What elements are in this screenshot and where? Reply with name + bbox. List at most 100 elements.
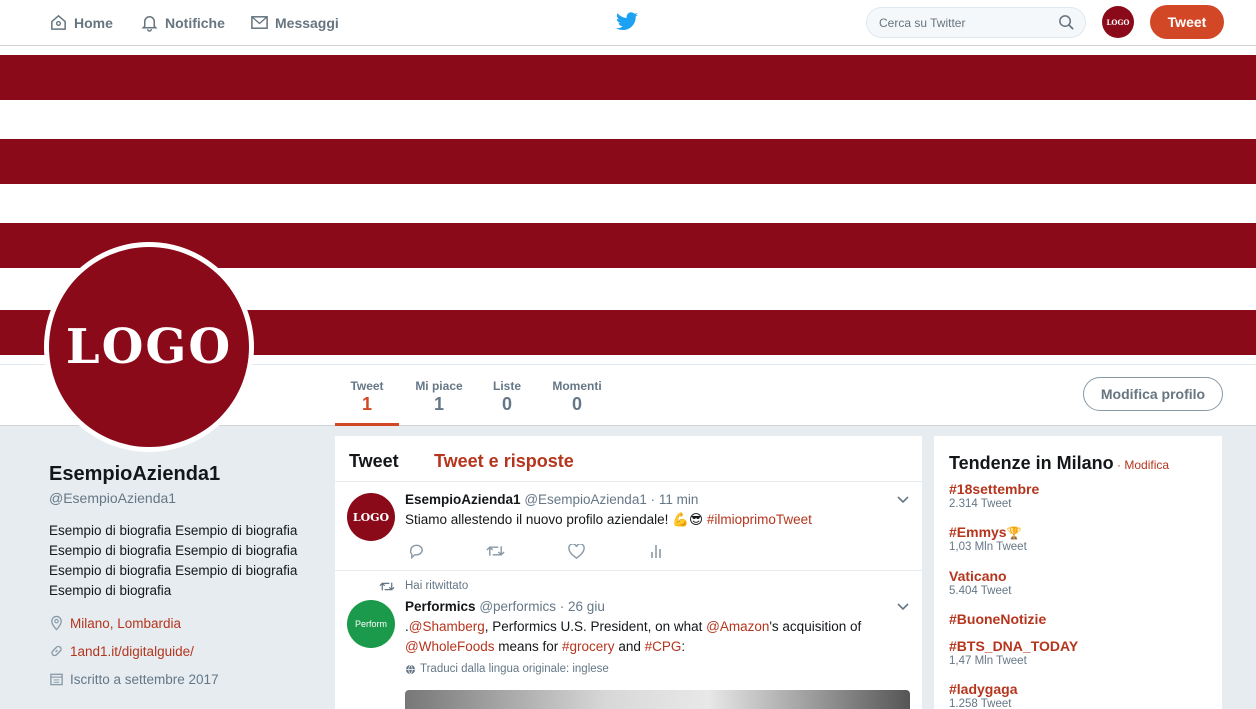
user-avatar[interactable]: LOGO: [1102, 6, 1134, 38]
trends-header: Tendenze in Milano · Modifica: [949, 453, 1169, 474]
trend-item[interactable]: #BTS_DNA_TODAY 1,47 Mln Tweet: [949, 638, 1078, 667]
tab-tweets[interactable]: Tweet: [349, 451, 399, 472]
trend-count: 2.314 Tweet: [949, 498, 1012, 510]
tweet-hashtag[interactable]: #grocery: [562, 639, 615, 654]
tweet-author-name[interactable]: Performics: [405, 599, 476, 614]
trend-emoji: 🏆: [1006, 526, 1022, 540]
chevron-down-icon[interactable]: [897, 496, 909, 504]
stat-likes[interactable]: Mi piace 1: [410, 365, 468, 426]
tweet-avatar[interactable]: LOGO: [347, 493, 395, 541]
trend-tag: #ladygaga: [949, 681, 1018, 697]
stat-lists[interactable]: Liste 0: [488, 365, 526, 426]
banner-stripe: [0, 139, 1256, 184]
nav-messages-label: Messaggi: [275, 14, 339, 31]
trend-item[interactable]: #BuoneNotizie: [949, 611, 1046, 627]
translate-link[interactable]: Traduci dalla lingua originale: inglese: [405, 663, 609, 675]
twitter-bird-icon[interactable]: [615, 11, 639, 33]
tweet-text-part: , Performics U.S. President, on what: [484, 619, 707, 634]
tweet-text-main: Stiamo allestendo il nuovo profilo azien…: [405, 512, 669, 527]
retweet-label: Hai ritwittato: [405, 580, 469, 592]
nav-notifications-label: Notifiche: [165, 14, 225, 31]
reply-icon[interactable]: [408, 543, 425, 559]
chevron-down-icon[interactable]: [897, 603, 909, 611]
tweet-mention[interactable]: @WholeFoods: [405, 639, 495, 654]
stat-value: 0: [501, 394, 512, 414]
tweet-item[interactable]: LOGO EsempioAzienda1 @EsempioAzienda1 · …: [335, 482, 922, 570]
trend-count: 1.258 Tweet: [949, 698, 1012, 709]
trends-panel: Tendenze in Milano · Modifica #18settemb…: [934, 436, 1222, 709]
tweet-text-part: 's acquisition of: [769, 619, 862, 634]
search-placeholder: Cerca su Twitter: [879, 15, 966, 30]
trend-tag: #18settembre: [949, 481, 1040, 497]
edit-profile-button[interactable]: Modifica profilo: [1083, 377, 1223, 411]
profile-logo: LOGO: [49, 247, 249, 447]
tweet-text-part: and: [614, 639, 645, 654]
trends-title: Tendenze in Milano: [949, 453, 1114, 473]
stat-value: 1: [433, 394, 444, 414]
search-icon[interactable]: [1058, 14, 1075, 31]
stat-value: 1: [361, 394, 372, 414]
tweet-time[interactable]: · 26 giu: [560, 599, 605, 614]
top-navigation-bar: Home Notifiche Messaggi Cerca su Twitter…: [0, 0, 1256, 46]
tweet-mention[interactable]: @Shamberg: [409, 619, 485, 634]
retweet-icon: [379, 582, 395, 591]
stat-value: 0: [571, 394, 582, 414]
globe-icon: [405, 664, 416, 674]
tweet-author-handle[interactable]: @EsempioAzienda1: [524, 492, 647, 507]
nav-home[interactable]: Home: [49, 0, 113, 45]
tweet-hashtag[interactable]: #CPG: [645, 639, 682, 654]
nav-messages[interactable]: Messaggi: [250, 0, 339, 45]
nav-home-label: Home: [74, 14, 113, 31]
profile-name[interactable]: EsempioAzienda1: [49, 463, 220, 486]
tweet-media-image[interactable]: [405, 690, 910, 709]
translate-text: Traduci dalla lingua originale: inglese: [420, 663, 609, 675]
tweet-text-part: means for: [494, 639, 563, 654]
trend-item[interactable]: #ladygaga 1.258 Tweet: [949, 681, 1017, 709]
stat-label: Liste: [492, 379, 521, 393]
website-link[interactable]: 1and1.it/digitalguide/: [70, 644, 194, 659]
profile-handle[interactable]: @EsempioAzienda1: [49, 490, 176, 506]
tweet-hashtag[interactable]: #ilmioprimoTweet: [707, 512, 812, 527]
stat-tweets[interactable]: Tweet 1: [335, 365, 399, 426]
analytics-icon[interactable]: [650, 543, 664, 559]
search-input[interactable]: Cerca su Twitter: [866, 7, 1086, 38]
timeline-tabs: Tweet Tweet e risposte: [335, 436, 922, 482]
tweet-item[interactable]: Hai ritwittato Perform Performics @perfo…: [335, 571, 922, 709]
stat-moments[interactable]: Momenti 0: [548, 365, 606, 426]
tab-tweets-replies[interactable]: Tweet e risposte: [434, 451, 574, 472]
tweet-author-name[interactable]: EsempioAzienda1: [405, 492, 521, 507]
timeline: Tweet Tweet e risposte LOGO EsempioAzien…: [335, 436, 922, 709]
trend-item[interactable]: #Emmys🏆 1,03 Mln Tweet: [949, 524, 1027, 553]
trends-edit-link[interactable]: Modifica: [1124, 458, 1169, 472]
envelope-icon: [251, 16, 268, 29]
heart-icon[interactable]: [568, 544, 585, 559]
profile-avatar[interactable]: LOGO: [44, 242, 254, 452]
trend-tag: Vaticano: [949, 568, 1007, 584]
trend-count: 1,03 Mln Tweet: [949, 541, 1027, 553]
tweet-header: EsempioAzienda1 @EsempioAzienda1 · 11 mi…: [405, 492, 698, 507]
trend-item[interactable]: #18settembre 2.314 Tweet: [949, 481, 1039, 510]
tweet-button[interactable]: Tweet: [1150, 5, 1224, 39]
tweet-header: Performics @performics · 26 giu: [405, 599, 605, 614]
tweet-text: .@Shamberg, Performics U.S. President, o…: [405, 617, 905, 657]
home-icon: [51, 14, 66, 30]
tweet-mention[interactable]: @Amazon: [706, 619, 769, 634]
profile-location: Milano, Lombardia: [49, 615, 181, 631]
nav-notifications[interactable]: Notifiche: [140, 0, 225, 45]
trend-count: 1,47 Mln Tweet: [949, 655, 1027, 667]
profile-bio: Esempio di biografia Esempio di biografi…: [49, 523, 298, 598]
tweet-author-handle[interactable]: @performics: [479, 599, 556, 614]
location-text[interactable]: Milano, Lombardia: [70, 616, 181, 631]
tweet-avatar[interactable]: Perform: [347, 600, 395, 648]
stat-label: Mi piace: [415, 379, 463, 393]
trend-tag: #BTS_DNA_TODAY: [949, 638, 1079, 654]
retweet-icon[interactable]: [486, 544, 505, 558]
trend-tag-row: #Emmys🏆: [949, 524, 1027, 540]
bell-icon: [141, 16, 158, 32]
tweet-text: Stiamo allestendo il nuovo profilo azien…: [405, 510, 812, 530]
tweet-time[interactable]: · 11 min: [651, 492, 699, 507]
profile-website: 1and1.it/digitalguide/: [49, 643, 194, 659]
link-icon: [51, 645, 62, 657]
trend-count: 5.404 Tweet: [949, 585, 1012, 597]
trend-item[interactable]: Vaticano 5.404 Tweet: [949, 568, 1011, 597]
